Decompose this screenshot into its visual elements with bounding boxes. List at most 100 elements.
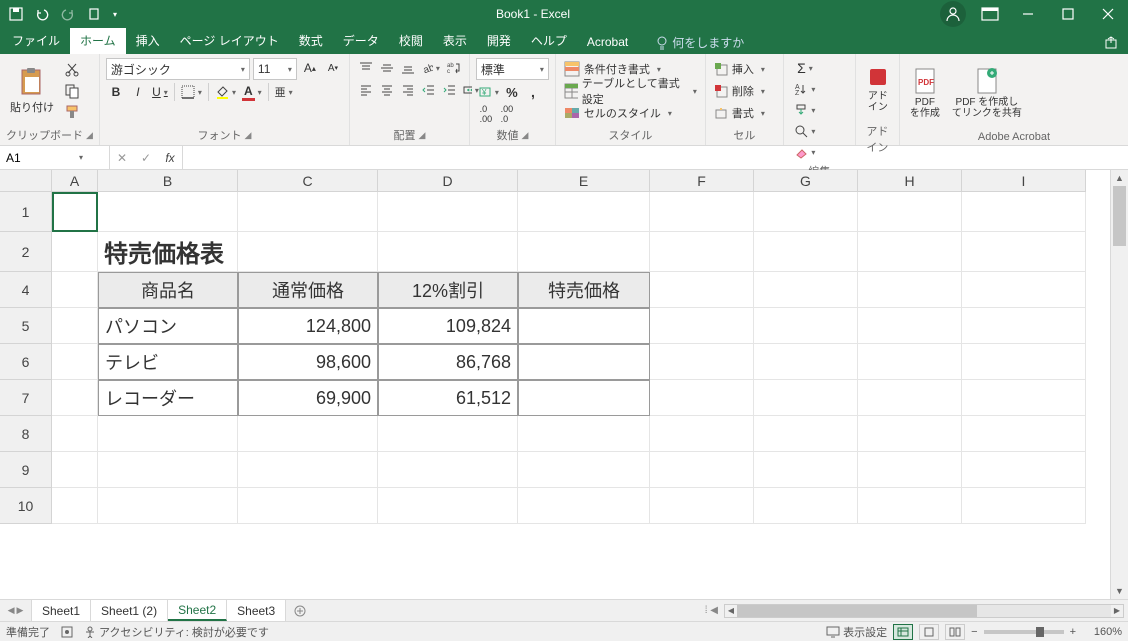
tab-review[interactable]: 校閲 (389, 28, 433, 54)
cell-E9[interactable] (518, 452, 650, 488)
cell-G1[interactable] (754, 192, 858, 232)
scroll-thumb[interactable] (1113, 186, 1126, 246)
cell-G10[interactable] (754, 488, 858, 524)
cell-C1[interactable] (238, 192, 378, 232)
align-middle-button[interactable] (377, 58, 397, 78)
cell-H4[interactable] (858, 272, 962, 308)
increase-indent-button[interactable] (440, 80, 460, 100)
cell-F5[interactable] (650, 308, 754, 344)
cell-I9[interactable] (962, 452, 1086, 488)
cell-G2[interactable] (754, 232, 858, 272)
zoom-out-button[interactable]: − (971, 626, 977, 638)
row-header-9[interactable]: 9 (0, 452, 52, 488)
sheet-tab-Sheet12[interactable]: Sheet1 (2) (91, 600, 168, 621)
decrease-indent-button[interactable] (419, 80, 439, 100)
zoom-in-button[interactable]: + (1070, 626, 1076, 638)
enter-fx-button[interactable]: ✓ (134, 151, 158, 165)
cell-C4[interactable]: 通常価格 (238, 272, 378, 308)
cell-I4[interactable] (962, 272, 1086, 308)
decrease-decimal-button[interactable]: .00.0 (497, 104, 517, 124)
tab-view[interactable]: 表示 (433, 28, 477, 54)
close-button[interactable] (1088, 0, 1128, 28)
increase-decimal-button[interactable]: .0.00 (476, 104, 496, 124)
cell-H7[interactable] (858, 380, 962, 416)
cell-A6[interactable] (52, 344, 98, 380)
align-right-button[interactable] (398, 80, 418, 100)
tab-acrobat[interactable]: Acrobat (577, 31, 638, 54)
name-box[interactable]: ▾ (0, 146, 110, 169)
account-avatar[interactable] (940, 1, 966, 27)
zoom-handle[interactable] (1036, 627, 1044, 637)
number-launcher[interactable]: ◢ (521, 130, 528, 141)
borders-button[interactable]: ▾ (179, 82, 204, 102)
maximize-button[interactable] (1048, 0, 1088, 28)
copy-button[interactable] (62, 81, 82, 101)
save-button[interactable] (4, 2, 28, 26)
cell-D8[interactable] (378, 416, 518, 452)
row-header-1[interactable]: 1 (0, 192, 52, 232)
paste-button[interactable]: 貼り付け (6, 58, 58, 124)
tab-developer[interactable]: 開発 (477, 28, 521, 54)
cell-C9[interactable] (238, 452, 378, 488)
cell-B9[interactable] (98, 452, 238, 488)
cell-D10[interactable] (378, 488, 518, 524)
scroll-left-arrow[interactable]: ◀ (725, 605, 737, 617)
format-cells-button[interactable]: 書式▾ (712, 102, 777, 124)
sheet-tab-Sheet1[interactable]: Sheet1 (32, 600, 91, 621)
cell-F2[interactable] (650, 232, 754, 272)
col-header-E[interactable]: E (518, 170, 650, 192)
cell-A10[interactable] (52, 488, 98, 524)
col-header-A[interactable]: A (52, 170, 98, 192)
alignment-launcher[interactable]: ◢ (418, 130, 425, 141)
underline-button[interactable]: U▾ (150, 82, 170, 102)
cell-E2[interactable] (518, 232, 650, 272)
new-button[interactable] (82, 2, 106, 26)
row-header-8[interactable]: 8 (0, 416, 52, 452)
cell-E7[interactable] (518, 380, 650, 416)
percent-button[interactable]: % (502, 82, 522, 102)
cell-D1[interactable] (378, 192, 518, 232)
cell-H1[interactable] (858, 192, 962, 232)
cell-D9[interactable] (378, 452, 518, 488)
cell-C8[interactable] (238, 416, 378, 452)
col-header-B[interactable]: B (98, 170, 238, 192)
col-header-F[interactable]: F (650, 170, 754, 192)
cell-I8[interactable] (962, 416, 1086, 452)
align-top-button[interactable] (356, 58, 376, 78)
cell-I2[interactable] (962, 232, 1086, 272)
cell-E5[interactable] (518, 308, 650, 344)
find-select-button[interactable]: ▾ (790, 121, 820, 141)
cell-B5[interactable]: パソコン (98, 308, 238, 344)
qat-customize[interactable]: ▾ (108, 2, 122, 26)
clipboard-launcher[interactable]: ◢ (86, 130, 93, 141)
horizontal-scrollbar[interactable]: ◀ ▶ (724, 604, 1124, 618)
cell-F9[interactable] (650, 452, 754, 488)
cell-B6[interactable]: テレビ (98, 344, 238, 380)
cell-G8[interactable] (754, 416, 858, 452)
wrap-text-button[interactable]: abc (443, 58, 463, 78)
font-name-combo[interactable]: 游ゴシック▾ (106, 58, 250, 80)
cell-H10[interactable] (858, 488, 962, 524)
name-box-input[interactable] (6, 151, 76, 165)
cell-C5[interactable]: 124,800 (238, 308, 378, 344)
col-header-C[interactable]: C (238, 170, 378, 192)
cell-C2[interactable] (238, 232, 378, 272)
cell-F10[interactable] (650, 488, 754, 524)
font-color-button[interactable]: A▾ (240, 82, 264, 102)
tab-formulas[interactable]: 数式 (289, 28, 333, 54)
fill-button[interactable]: ▾ (790, 100, 820, 120)
zoom-slider[interactable] (984, 630, 1064, 634)
row-header-6[interactable]: 6 (0, 344, 52, 380)
col-header-H[interactable]: H (858, 170, 962, 192)
select-all-corner[interactable] (0, 170, 52, 192)
cell-A7[interactable] (52, 380, 98, 416)
cell-A9[interactable] (52, 452, 98, 488)
tab-file[interactable]: ファイル (2, 28, 70, 54)
fill-color-button[interactable]: ▾ (213, 82, 238, 102)
cell-A1[interactable] (52, 192, 98, 232)
comma-button[interactable]: , (523, 82, 543, 102)
ribbon-display-options[interactable] (972, 0, 1008, 28)
cell-G4[interactable] (754, 272, 858, 308)
cell-G7[interactable] (754, 380, 858, 416)
cancel-fx-button[interactable]: ✕ (110, 151, 134, 165)
